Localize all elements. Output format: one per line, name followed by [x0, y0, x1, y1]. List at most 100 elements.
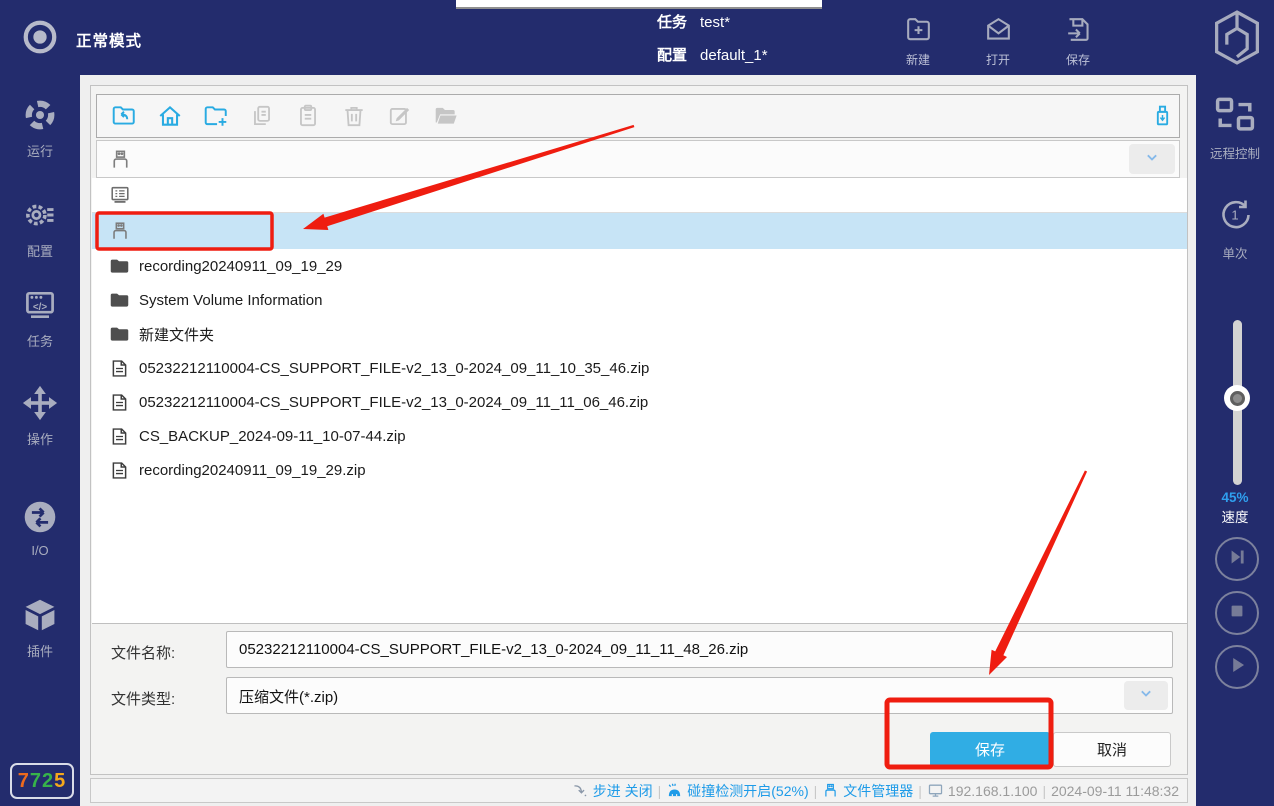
path-selector[interactable]: [96, 140, 1180, 178]
config-row: 配置default_1*: [657, 44, 768, 68]
status-separator: |: [814, 783, 818, 799]
config-value: default_1*: [700, 47, 768, 64]
status-datetime: 2024-09-11 11:48:32: [1051, 783, 1179, 799]
filename-input[interactable]: [226, 631, 1173, 668]
status-separator: |: [1042, 783, 1046, 799]
mode-label: 正常模式: [76, 29, 142, 51]
status-text: 192.168.1.100: [948, 783, 1038, 799]
remote-control-icon: [1215, 122, 1255, 139]
computer-icon: [109, 184, 131, 206]
svg-text:1: 1: [1231, 208, 1238, 223]
code-digit: 7: [30, 770, 42, 793]
list-item[interactable]: System Volume Information: [92, 283, 1187, 317]
home-icon[interactable]: [157, 103, 183, 129]
filetype-dropdown-button[interactable]: [1124, 681, 1168, 710]
list-item[interactable]: recording20240911_09_19_29: [92, 249, 1187, 283]
sidebar-item-run[interactable]: 运行: [0, 97, 80, 160]
save-task-label: 保存: [1041, 51, 1115, 68]
sidebar-item-plugin[interactable]: 插件: [0, 597, 80, 660]
path-dropdown-button[interactable]: [1129, 144, 1175, 174]
single-run-icon: 1: [1215, 222, 1255, 239]
collision-icon: [666, 782, 683, 799]
left-sidebar: 运行配置 </>任务操作 I/O 插件 7725: [0, 75, 80, 806]
cancel-button[interactable]: 取消: [1053, 732, 1171, 767]
sidebar-item-task[interactable]: </>任务: [0, 287, 80, 350]
speed-label: 速度: [1196, 506, 1274, 526]
sidebar-item-label: 操作: [0, 429, 80, 448]
status-collision[interactable]: 碰撞检测开启(52%): [666, 781, 808, 801]
location-row-usb-selected[interactable]: [92, 213, 1187, 249]
location-row-computer[interactable]: [92, 178, 1187, 213]
save-task-button[interactable]: 保存: [1041, 14, 1115, 68]
sidebar-item-label: 配置: [0, 241, 80, 260]
code-digit: 7: [18, 770, 30, 793]
play-icon: [1224, 652, 1250, 683]
sidebar-item-operate[interactable]: 操作: [0, 385, 80, 448]
step-forward-button[interactable]: [1215, 537, 1259, 581]
usb-device-icon[interactable]: [1150, 103, 1175, 128]
save-button[interactable]: 保存: [930, 732, 1050, 767]
step-icon: [572, 782, 589, 799]
open-task-icon: [983, 32, 1014, 49]
new-task-button[interactable]: 新建: [881, 14, 955, 68]
file-name: CS_BACKUP_2024-09-11_10-07-44.zip: [139, 428, 406, 445]
export-folder-icon[interactable]: [111, 103, 137, 129]
status-ip: 192.168.1.100: [927, 782, 1038, 799]
filetype-label: 文件类型:: [111, 688, 175, 709]
copy-icon: [249, 103, 275, 129]
usb-icon: [822, 782, 839, 799]
chevron-down-icon: [1136, 683, 1156, 708]
list-item[interactable]: recording20240911_09_19_29.zip: [92, 453, 1187, 487]
folder-icon: [109, 290, 130, 311]
list-item[interactable]: 新建文件夹: [92, 317, 1187, 351]
current-location-usb-icon: [109, 148, 132, 171]
status-step[interactable]: 步进 关闭: [572, 781, 653, 801]
status-filemanager[interactable]: 文件管理器: [822, 781, 913, 801]
new-task-icon: [903, 32, 934, 49]
file-toolbar: [96, 94, 1180, 138]
list-item[interactable]: 05232212110004-CS_SUPPORT_FILE-v2_13_0-2…: [92, 351, 1187, 385]
speed-percent: 45%: [1196, 490, 1274, 505]
operate-icon: [22, 408, 58, 425]
usb-storage-icon: [109, 220, 131, 242]
task-label: 任务: [657, 14, 687, 31]
list-item[interactable]: 05232212110004-CS_SUPPORT_FILE-v2_13_0-2…: [92, 385, 1187, 419]
file-manager-panel: recording20240911_09_19_29 System Volume …: [90, 85, 1188, 775]
plugin-icon: [22, 620, 58, 637]
sidebar-item-io[interactable]: I/O: [0, 499, 80, 558]
status-bar: 步进 关闭|碰撞检测开启(52%)|文件管理器|192.168.1.100|20…: [90, 778, 1188, 803]
svg-text:</>: </>: [33, 302, 48, 313]
status-text: 文件管理器: [843, 781, 913, 801]
list-item[interactable]: CS_BACKUP_2024-09-11_10-07-44.zip: [92, 419, 1187, 453]
code-digit: 2: [42, 770, 54, 793]
task-config-block: 任务test* 配置default_1*: [657, 11, 768, 77]
play-button[interactable]: [1215, 645, 1259, 689]
open-task-button[interactable]: 打开: [961, 14, 1035, 68]
sidebar-item-config[interactable]: 配置: [0, 197, 80, 260]
new-folder-icon[interactable]: [203, 103, 229, 129]
file-name: 05232212110004-CS_SUPPORT_FILE-v2_13_0-2…: [139, 360, 649, 377]
status-code-badge: 7725: [10, 763, 74, 799]
delete-icon: [341, 103, 367, 129]
top-notch: [456, 0, 822, 9]
file-list: recording20240911_09_19_29 System Volume …: [92, 178, 1187, 624]
status-text: 步进 关闭: [593, 781, 653, 801]
remote-control-button[interactable]: 远程控制: [1196, 95, 1274, 162]
file-name: 05232212110004-CS_SUPPORT_FILE-v2_13_0-2…: [139, 394, 648, 411]
filetype-select[interactable]: 压缩文件(*.zip): [226, 677, 1173, 714]
rename-icon: [387, 103, 413, 129]
open-task-label: 打开: [961, 51, 1035, 68]
task-row: 任务test*: [657, 11, 768, 35]
file-name: recording20240911_09_19_29: [139, 258, 342, 275]
single-run-button[interactable]: 1 单次: [1196, 195, 1274, 262]
brand-logo-icon: [1212, 9, 1262, 66]
top-bar: 正常模式 任务test* 配置default_1* 新建打开保存: [0, 0, 1274, 75]
paste-icon: [295, 103, 321, 129]
open-folder-icon: [433, 103, 459, 129]
file-rows: recording20240911_09_19_29 System Volume …: [92, 249, 1187, 487]
stop-button[interactable]: [1215, 591, 1259, 635]
app-window: 正常模式 任务test* 配置default_1* 新建打开保存 运行配置</>…: [0, 0, 1274, 806]
filename-label: 文件名称:: [111, 642, 175, 663]
stop-icon: [1224, 598, 1250, 629]
speed-slider-handle[interactable]: [1224, 385, 1250, 411]
